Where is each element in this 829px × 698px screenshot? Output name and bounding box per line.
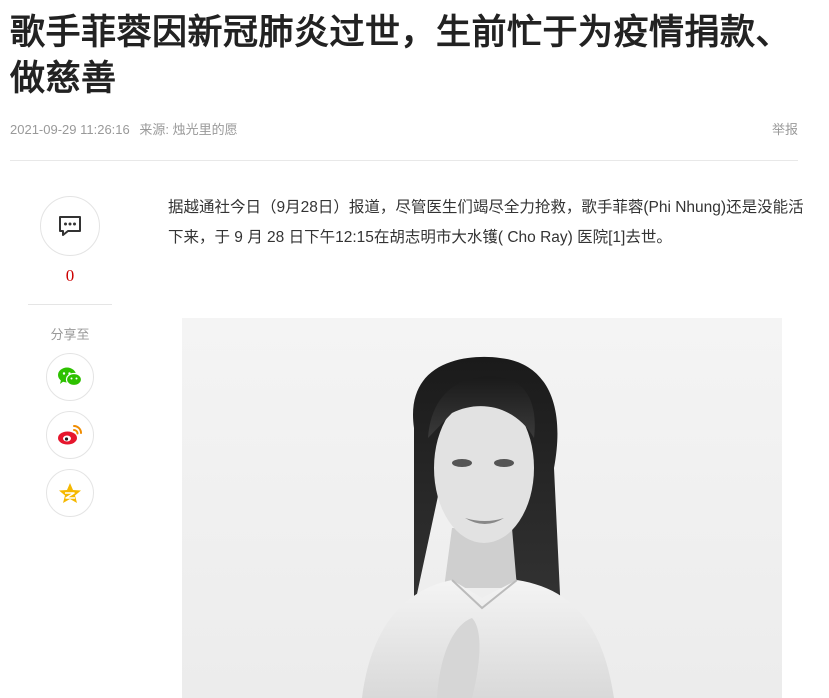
article-photo bbox=[182, 318, 782, 698]
wechat-icon bbox=[58, 367, 83, 387]
side-toolbar: 0 分享至 bbox=[28, 196, 112, 517]
share-label: 分享至 bbox=[50, 328, 90, 343]
article-body: 据越通社今日（9月28日）报道，尽管医生们竭尽全力抢救，歌手菲蓉(Phi Nhu… bbox=[168, 193, 808, 253]
article-meta: 2021-09-29 11:26:16 来源: 烛光里的愿 bbox=[10, 119, 238, 138]
article-paragraph: 据越通社今日（9月28日）报道，尽管医生们竭尽全力抢救，歌手菲蓉(Phi Nhu… bbox=[168, 199, 804, 246]
sidebar-divider bbox=[28, 304, 112, 305]
article-title: 歌手菲蓉因新冠肺炎过世，生前忙于为疫情捐款、做慈善 bbox=[10, 13, 792, 99]
comment-button[interactable] bbox=[40, 196, 100, 256]
publish-time: 2021-09-29 11:26:16 bbox=[10, 122, 130, 137]
comment-icon bbox=[59, 216, 81, 236]
share-weibo-button[interactable] bbox=[46, 411, 94, 459]
weibo-icon bbox=[58, 425, 82, 445]
share-qzone-button[interactable] bbox=[46, 469, 94, 517]
singer-portrait-image bbox=[362, 356, 614, 698]
header-divider bbox=[10, 160, 798, 161]
comment-count: 0 bbox=[65, 266, 75, 285]
share-wechat-button[interactable] bbox=[46, 353, 94, 401]
report-link[interactable]: 举报 bbox=[772, 119, 798, 138]
article-source: 来源: 烛光里的愿 bbox=[139, 122, 238, 137]
qzone-icon bbox=[59, 483, 81, 503]
